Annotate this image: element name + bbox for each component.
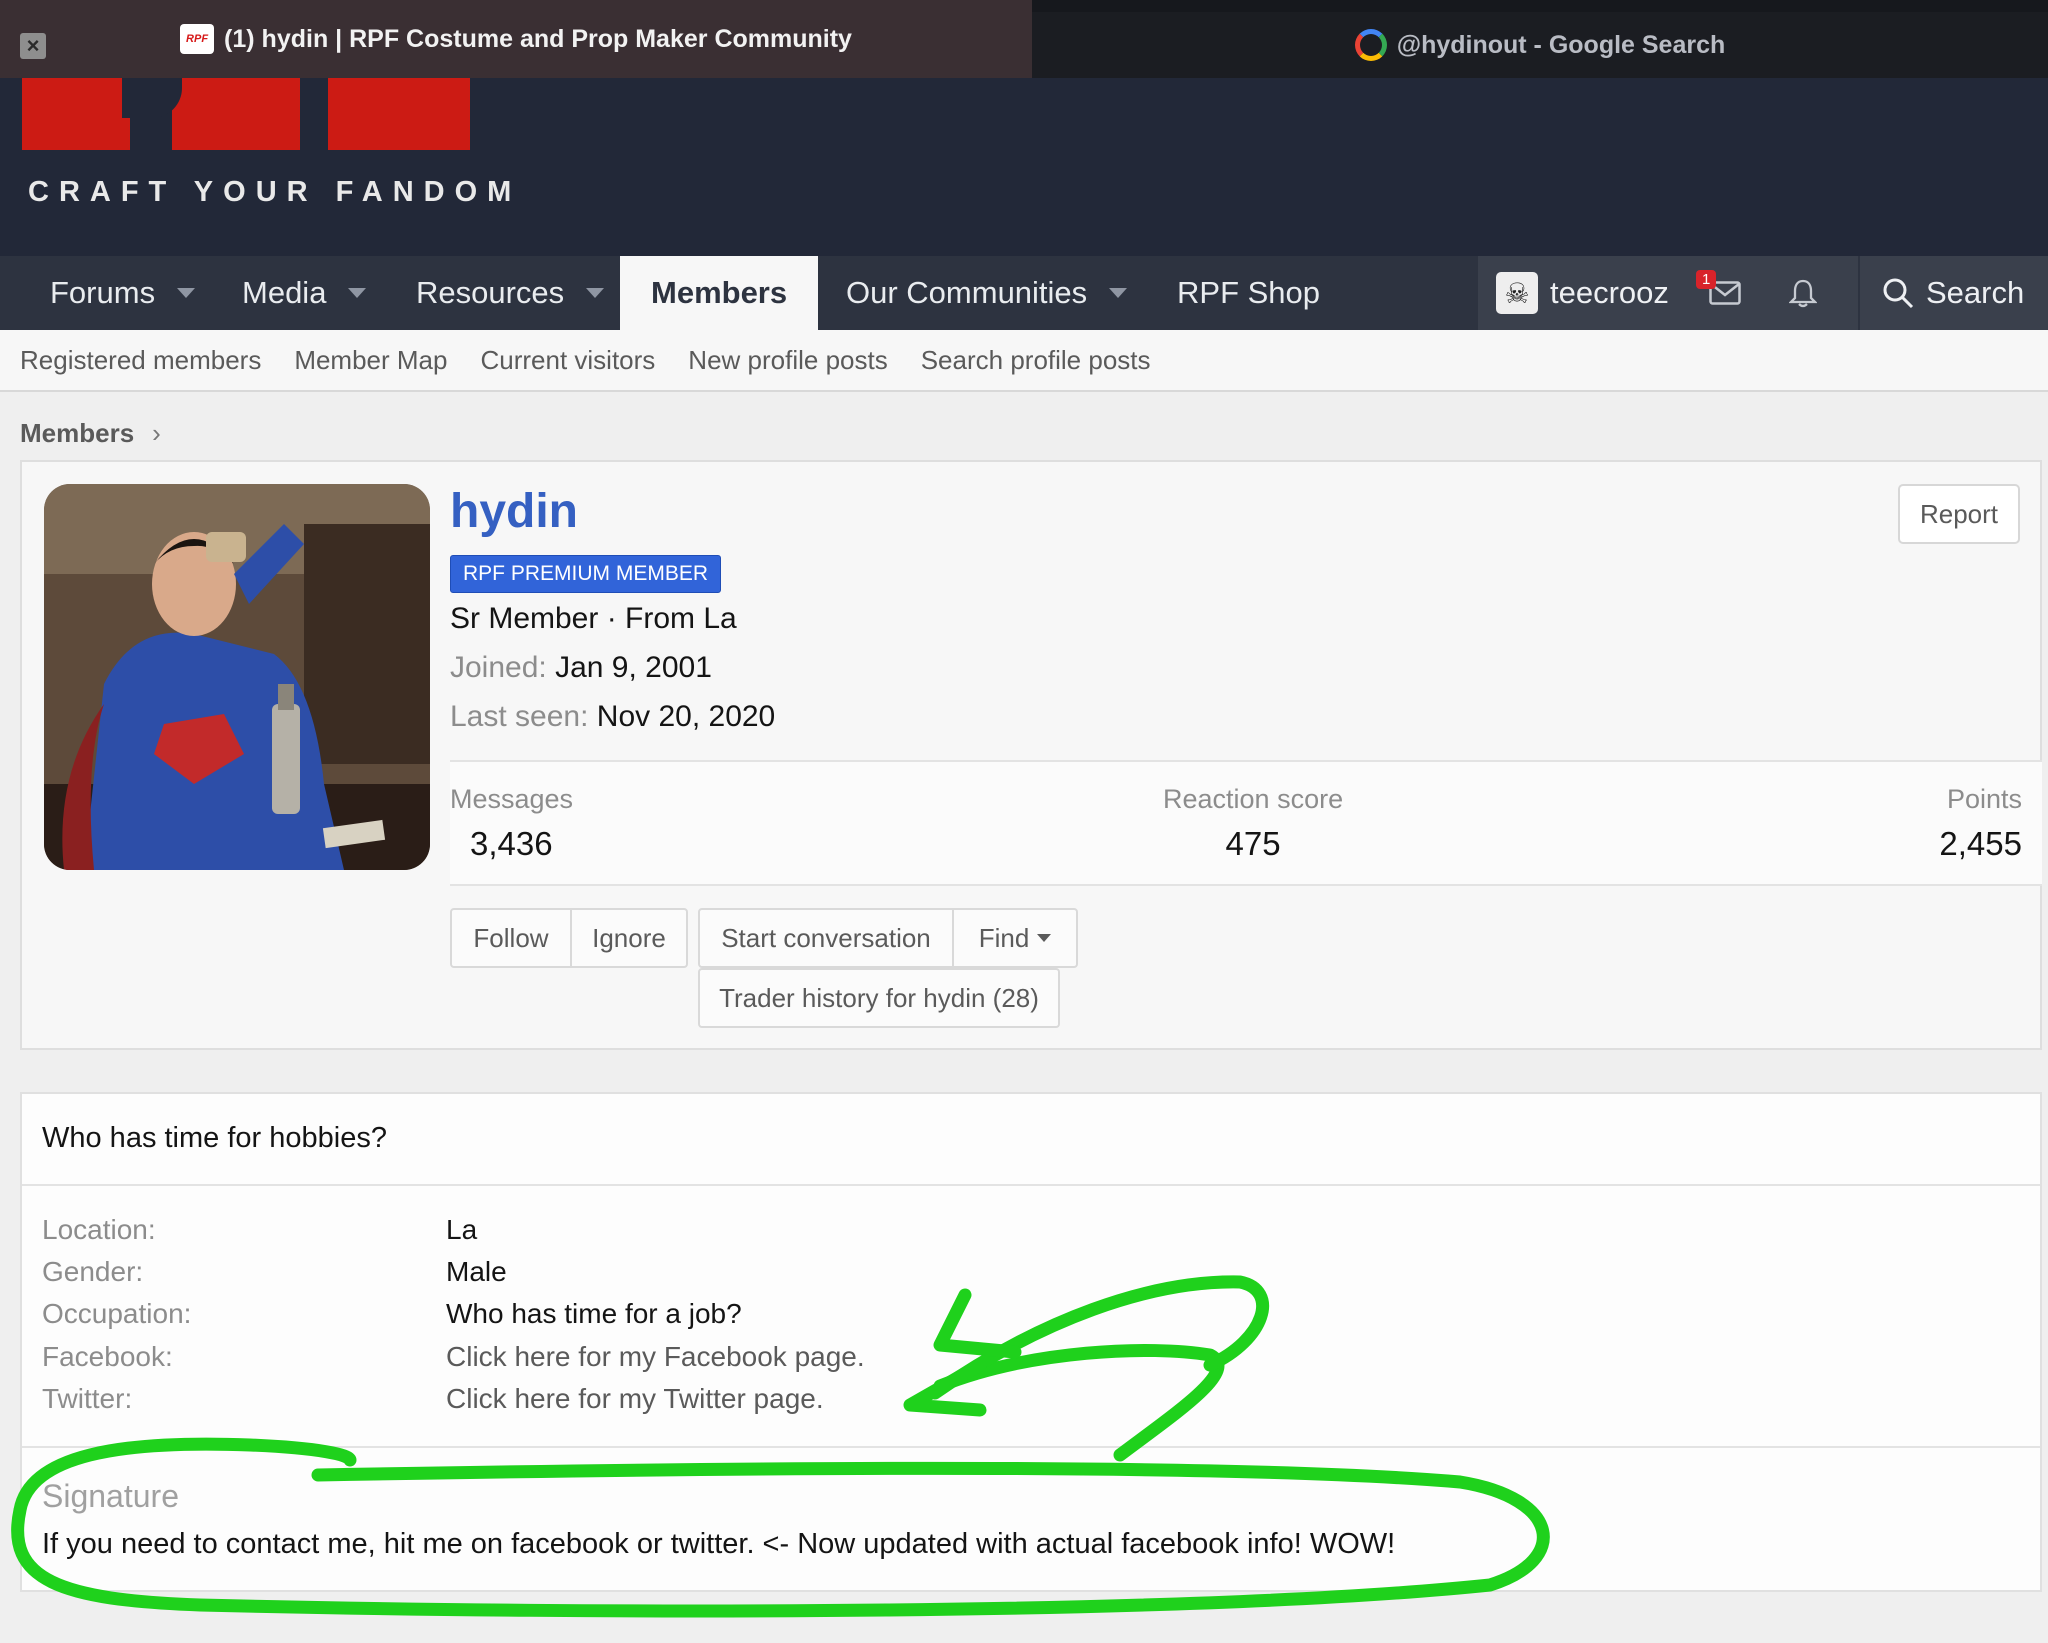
find-label: Find [978, 922, 1030, 953]
stat-value: 2,455 [1939, 825, 2022, 862]
subnav-member-map[interactable]: Member Map [294, 345, 447, 376]
breadcrumb: Members › [20, 418, 161, 449]
user-avatar: ☠ [1496, 272, 1538, 314]
stat-value: 3,436 [470, 825, 553, 862]
stat-points[interactable]: Points 2,455 [1939, 784, 2022, 863]
rpf-favicon-icon: RPF [180, 24, 215, 54]
subnav-new-profile-posts[interactable]: New profile posts [688, 345, 887, 376]
last-seen-value: Nov 20, 2020 [596, 700, 776, 733]
close-tab-icon[interactable]: × [20, 33, 46, 59]
stat-label: Reaction score [1163, 784, 1344, 814]
follow-button[interactable]: Follow [450, 908, 572, 968]
site-tagline: CRAFT YOUR FANDOM [28, 176, 522, 208]
nav-forums[interactable]: Forums [50, 256, 196, 330]
inbox-button[interactable]: 1 [1690, 256, 1760, 330]
stat-value: 475 [1225, 825, 1281, 862]
google-favicon-icon [1354, 29, 1387, 61]
signature-heading: Signature [42, 1478, 179, 1514]
main-nav: Forums Media Resources Members Our Commu… [0, 256, 2048, 330]
alerts-button[interactable] [1768, 256, 1838, 330]
member-profile-card: hydin RPF PREMIUM MEMBER Sr Member · Fro… [20, 460, 2042, 1050]
browser-tab-google[interactable]: @hydinout - Google Search [1032, 12, 2048, 78]
nav-resources[interactable]: Resources [416, 256, 605, 330]
last-seen-row: Last seen: Nov 20, 2020 [450, 700, 775, 734]
facebook-label: Facebook: [42, 1341, 173, 1372]
ignore-button[interactable]: Ignore [570, 908, 688, 968]
about-section: Who has time for hobbies? Location: La G… [20, 1092, 2042, 1592]
search-button[interactable]: Search [1860, 256, 2048, 330]
nav-label: Members [651, 275, 788, 310]
site-header: CRAFT YOUR FANDOM [0, 78, 2048, 256]
chevron-down-icon[interactable] [1109, 288, 1128, 298]
divider [22, 1184, 2040, 1186]
search-label: Search [1926, 275, 2025, 310]
gender-label: Gender: [42, 1256, 144, 1287]
member-avatar[interactable] [44, 484, 430, 870]
nav-members[interactable]: Members [620, 256, 819, 330]
member-title-line: Sr Member · From La [450, 602, 737, 635]
chevron-down-icon[interactable] [586, 288, 605, 298]
twitter-label: Twitter: [42, 1383, 133, 1414]
stat-reaction-score[interactable]: Reaction score 475 [1163, 784, 1343, 863]
user-account-menu[interactable]: ☠ teecrooz 1 [1478, 256, 1858, 330]
chevron-down-icon[interactable] [177, 288, 196, 298]
subnav-search-profile-posts[interactable]: Search profile posts [921, 345, 1151, 376]
nav-label: Resources [416, 275, 565, 310]
chevron-right-icon: › [152, 418, 161, 448]
nav-rpf-shop[interactable]: RPF Shop [1177, 256, 1320, 330]
location-label: Location: [42, 1214, 156, 1245]
occupation-value: Who has time for a job? [446, 1298, 742, 1329]
joined-label: Joined: [450, 651, 547, 684]
subnav-current-visitors[interactable]: Current visitors [480, 345, 655, 376]
nav-media[interactable]: Media [242, 256, 367, 330]
nav-label: Our Communities [846, 275, 1088, 310]
location-value: La [446, 1214, 478, 1245]
facebook-link[interactable]: Click here for my Facebook page. [446, 1341, 865, 1373]
last-seen-label: Last seen: [450, 700, 589, 733]
nav-label: Media [242, 275, 327, 310]
nav-label: RPF Shop [1177, 275, 1321, 310]
nav-label: Forums [50, 275, 156, 310]
site-logo[interactable] [22, 78, 470, 150]
breadcrumb-members-link[interactable]: Members [20, 418, 134, 448]
stat-label: Messages [450, 784, 574, 814]
nav-username: teecrooz [1550, 275, 1669, 310]
report-button[interactable]: Report [1898, 484, 2020, 544]
signature-text: If you need to contact me, hit me on fac… [42, 1528, 1396, 1560]
bell-icon [1789, 279, 1817, 308]
stat-label: Points [1946, 784, 2022, 814]
avatar-photo [44, 484, 430, 870]
gender-value: Male [446, 1256, 507, 1287]
member-name[interactable]: hydin [450, 484, 578, 539]
nav-our-communities[interactable]: Our Communities [846, 256, 1128, 330]
message-badge: 1 [1696, 270, 1717, 289]
joined-row: Joined: Jan 9, 2001 [450, 651, 712, 685]
joined-value: Jan 9, 2001 [555, 651, 712, 684]
occupation-label: Occupation: [42, 1298, 192, 1329]
divider [22, 1446, 2040, 1448]
members-subnav: Registered members Member Map Current vi… [0, 330, 2048, 392]
member-stats: Messages 3,436 Reaction score 475 Points… [450, 760, 2042, 886]
chevron-down-icon[interactable] [348, 288, 367, 298]
start-conversation-button[interactable]: Start conversation [698, 908, 954, 968]
tab-title: @hydinout - Google Search [1396, 30, 1726, 59]
browser-tab-active[interactable]: × RPF (1) hydin | RPF Costume and Prop M… [0, 0, 1032, 78]
subnav-registered-members[interactable]: Registered members [20, 345, 261, 376]
about-title: Who has time for hobbies? [42, 1122, 387, 1154]
tab-title: (1) hydin | RPF Costume and Prop Maker C… [224, 24, 852, 53]
browser-tab-strip: × RPF (1) hydin | RPF Costume and Prop M… [0, 0, 2048, 78]
premium-member-badge: RPF PREMIUM MEMBER [450, 555, 722, 593]
find-dropdown-button[interactable]: Find [952, 908, 1078, 968]
trader-history-button[interactable]: Trader history for hydin (28) [698, 968, 1060, 1028]
search-icon [1883, 278, 1914, 309]
twitter-link[interactable]: Click here for my Twitter page. [446, 1383, 824, 1415]
stat-messages[interactable]: Messages 3,436 [450, 784, 573, 863]
caret-down-icon [1037, 934, 1052, 942]
